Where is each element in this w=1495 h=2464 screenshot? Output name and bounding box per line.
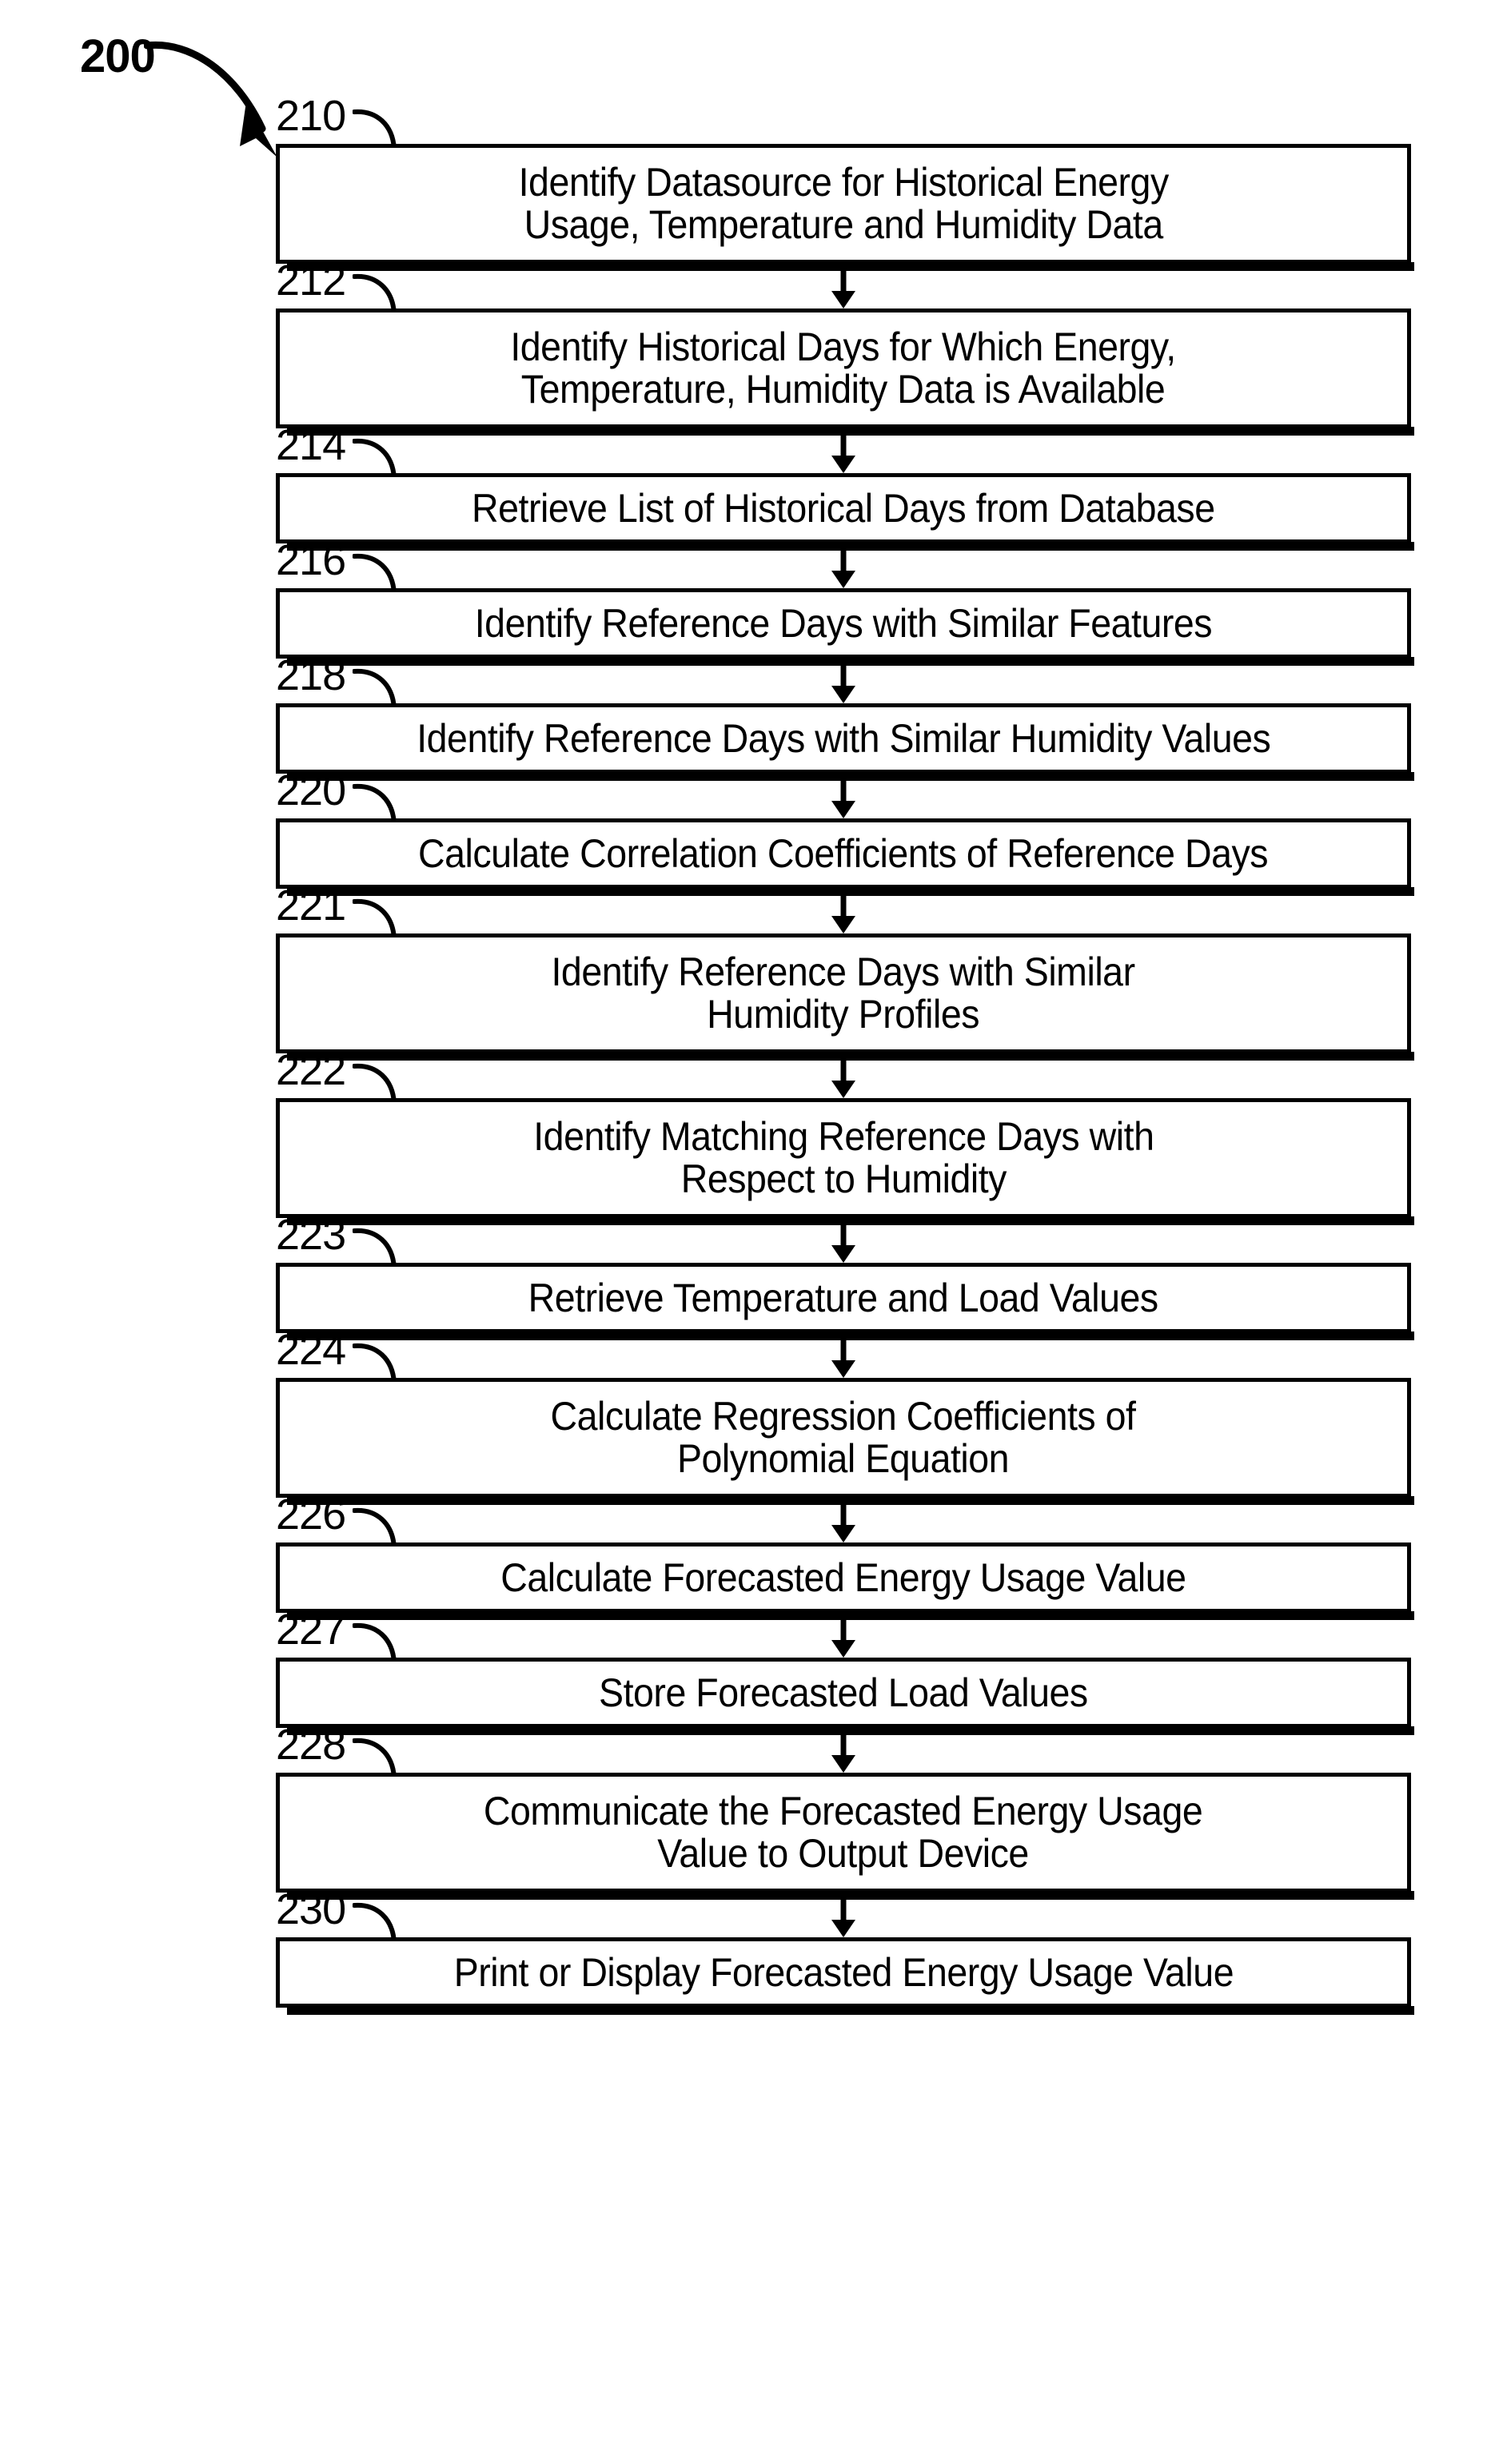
connector-arrow-214-to-216 [276, 543, 1411, 588]
connector-arrow-224-to-226 [276, 1498, 1411, 1542]
down-arrow-icon [831, 432, 855, 473]
flow-step-220: 220 Calculate Correlation Coefficients of… [276, 769, 1414, 896]
process-box-label: Identify Reference Days with Similar Hum… [416, 715, 1271, 761]
process-box-216: Identify Reference Days with Similar Fea… [276, 588, 1414, 666]
connector-arrow-218-to-220 [276, 774, 1411, 818]
process-box-label: Calculate Regression Coefficients of Pol… [551, 1394, 1136, 1481]
connector-arrow-228-to-230 [276, 1893, 1411, 1937]
flow-step-218: 218 Identify Reference Days with Similar … [276, 654, 1414, 781]
flow-step-212: 212 Identify Historical Days for Which En… [276, 259, 1414, 436]
flow-step-227: 227 Store Forecasted Load Values [276, 1608, 1414, 1735]
process-box-label: Print or Display Forecasted Energy Usage… [453, 1949, 1234, 1995]
connector-arrow-223-to-224 [276, 1333, 1411, 1378]
down-arrow-icon [831, 1501, 855, 1542]
process-box-212: Identify Historical Days for Which Energ… [276, 308, 1414, 436]
flow-step-226: 226 Calculate Forecasted Energy Usage Val… [276, 1493, 1414, 1620]
connector-arrow-216-to-218 [276, 659, 1411, 703]
down-arrow-icon [831, 892, 855, 933]
process-box-227: Store Forecasted Load Values [276, 1658, 1414, 1735]
process-box-226: Calculate Forecasted Energy Usage Value [276, 1542, 1414, 1620]
process-box-label: Communicate the Forecasted Energy Usage … [484, 1789, 1203, 1876]
process-box-label: Identify Historical Days for Which Energ… [510, 324, 1177, 412]
down-arrow-icon [831, 1336, 855, 1378]
process-box-224: Calculate Regression Coefficients of Pol… [276, 1378, 1414, 1505]
down-arrow-icon [831, 662, 855, 703]
down-arrow-icon [831, 777, 855, 818]
connector-arrow-221-to-222 [276, 1053, 1411, 1098]
down-arrow-icon [831, 267, 855, 308]
process-box-label: Identify Reference Days with Similar Fea… [474, 600, 1213, 646]
flow-step-224: 224 Calculate Regression Coefficients of … [276, 1328, 1414, 1505]
process-box-230: Print or Display Forecasted Energy Usage… [276, 1937, 1414, 2015]
connector-arrow-222-to-223 [276, 1218, 1411, 1263]
process-box-214: Retrieve List of Historical Days from Da… [276, 473, 1414, 551]
flow-step-228: 228 Communicate the Forecasted Energy Usa… [276, 1723, 1414, 1900]
connector-arrow-210-to-212 [276, 264, 1411, 308]
process-box-label: Identify Matching Reference Days with Re… [532, 1114, 1154, 1201]
down-arrow-icon [831, 1896, 855, 1937]
flow-step-210: 210 Identify Datasource for Historical En… [276, 94, 1414, 271]
process-box-218: Identify Reference Days with Similar Hum… [276, 703, 1414, 781]
process-box-label: Identify Reference Days with Similar Hum… [551, 949, 1136, 1037]
process-box-221: Identify Reference Days with Similar Hum… [276, 933, 1414, 1061]
flow-step-230: 230 Print or Display Forecasted Energy Us… [276, 1888, 1414, 2015]
flow-step-222: 222 Identify Matching Reference Days with… [276, 1049, 1414, 1225]
process-box-label: Identify Datasource for Historical Energ… [518, 160, 1169, 247]
down-arrow-icon [831, 1221, 855, 1263]
flow-step-221: 221 Identify Reference Days with Similar … [276, 884, 1414, 1061]
process-box-228: Communicate the Forecasted Energy Usage … [276, 1773, 1414, 1900]
process-box-223: Retrieve Temperature and Load Values [276, 1263, 1414, 1340]
process-box-210: Identify Datasource for Historical Energ… [276, 144, 1414, 271]
connector-arrow-212-to-214 [276, 428, 1411, 473]
process-box-label: Store Forecasted Load Values [599, 1670, 1088, 1715]
process-box-label: Retrieve Temperature and Load Values [528, 1275, 1159, 1320]
flow-step-214: 214 Retrieve List of Historical Days from… [276, 424, 1414, 551]
process-box-label: Retrieve List of Historical Days from Da… [472, 485, 1215, 531]
process-box-label: Calculate Correlation Coefficients of Re… [418, 830, 1269, 876]
process-box-220: Calculate Correlation Coefficients of Re… [276, 818, 1414, 896]
connector-arrow-227-to-228 [276, 1728, 1411, 1773]
flowchart: 210 Identify Datasource for Historical En… [276, 94, 1414, 2015]
flow-step-216: 216 Identify Reference Days with Similar … [276, 539, 1414, 666]
down-arrow-icon [831, 1731, 855, 1773]
process-box-222: Identify Matching Reference Days with Re… [276, 1098, 1414, 1225]
down-arrow-icon [831, 547, 855, 588]
process-box-label: Calculate Forecasted Energy Usage Value [500, 1554, 1186, 1600]
connector-arrow-220-to-221 [276, 889, 1411, 933]
connector-arrow-226-to-227 [276, 1613, 1411, 1658]
flow-step-223: 223 Retrieve Temperature and Load Values [276, 1213, 1414, 1340]
patent-figure-page: 200 210 Identify Datasource for Historica… [0, 0, 1495, 2464]
down-arrow-icon [831, 1057, 855, 1098]
down-arrow-icon [831, 1616, 855, 1658]
